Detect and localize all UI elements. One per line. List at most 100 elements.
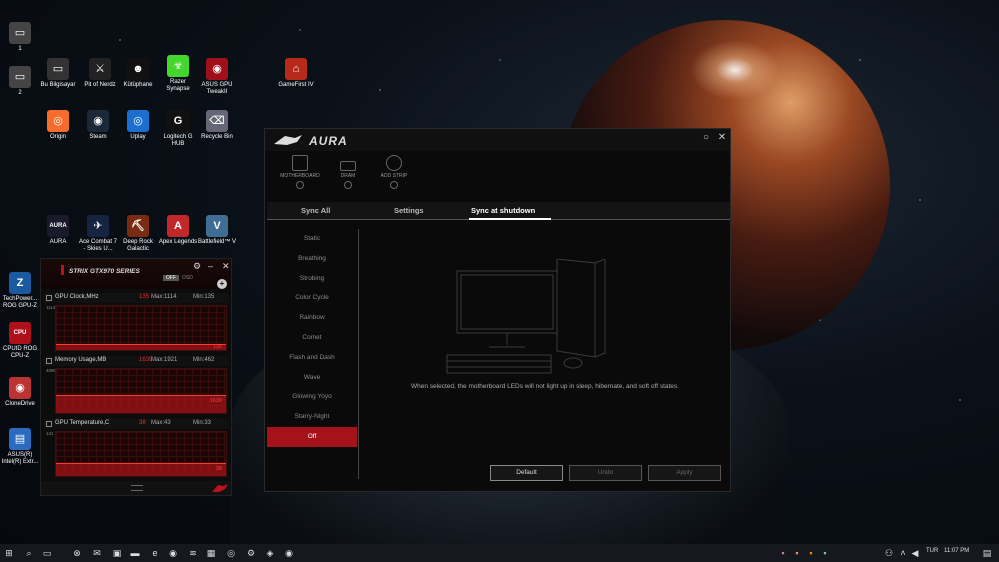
chrome-icon[interactable]: ◉ [168,548,178,558]
search-icon[interactable]: ⌕ [24,548,34,558]
desktop-icon[interactable]: Z TechPower... ROG GPU-Z [0,272,40,310]
minimize-icon[interactable]: – [208,261,213,271]
xbox-icon[interactable]: ⊗ [72,548,82,558]
chevron-up-icon[interactable]: ˄ [898,548,908,558]
effect-item[interactable]: Glowing Yoyo [267,387,357,407]
tab-sync-all[interactable]: Sync All [301,206,330,215]
desktop-icon[interactable]: G Logitech G HUB [158,110,198,148]
gpu-tweak-taskbar-icon[interactable]: ◉ [284,548,294,558]
steam-icon[interactable]: ◎ [226,548,236,558]
close-icon[interactable]: ✕ [222,261,230,272]
osd-off-label[interactable]: OFF [163,275,179,281]
app-icon: ◉ [87,110,109,132]
app-icon: ◉ [9,377,31,399]
volume-icon[interactable]: ◀ [910,548,920,558]
default-button[interactable]: Default [490,465,563,481]
desktop-icon[interactable]: AURA AURA [38,215,78,246]
language-indicator[interactable]: TUR [926,548,938,554]
tab-settings[interactable]: Settings [394,206,424,215]
desktop-icon[interactable]: ◉ CloneDrive [0,377,40,408]
effect-item[interactable]: Off [267,426,357,447]
desktop-icon[interactable]: ◎ Origin [38,110,78,141]
windows-start-icon[interactable]: ⊞ [4,548,14,558]
device-power-icon[interactable] [344,181,352,189]
aura-minimize-icon[interactable]: ○ [699,131,713,145]
app-icon: ▤ [9,428,31,450]
effect-item[interactable]: Starry-Night [267,407,357,427]
desktop-icon[interactable]: ▭ 1 [0,22,40,53]
desktop-icon[interactable]: ▤ ASUS(R) Intel(R) Extr... [0,428,40,466]
effect-item[interactable]: Static [267,229,357,249]
notification-icon[interactable]: ▤ [982,548,992,558]
effect-item[interactable]: Comet [267,328,357,348]
desktop-icon[interactable]: ◉ ASUS GPU TweakII [197,58,237,96]
people-icon[interactable]: ⚇ [884,548,894,558]
effect-item[interactable]: Strobing [267,269,357,289]
effect-item[interactable]: Flash and Dash [267,348,357,368]
desktop-icon[interactable]: ⌂ GameFirst IV [276,58,316,89]
device-dram[interactable]: DRAM [323,155,373,189]
effect-item[interactable]: Breathing [267,249,357,269]
desktop-icon[interactable]: ⚔ Pit of Nerdz [80,58,120,89]
desktop-icon[interactable]: V Battlefield™ V [197,215,237,246]
tab-sync-at-shutdown[interactable]: Sync at shutdown [471,206,535,215]
effect-item[interactable]: Rainbow [267,308,357,328]
clock[interactable]: 11:07 PM [944,548,969,554]
effect-item[interactable]: Color Cycle [267,288,357,308]
osd-toggle[interactable]: OFF OSD [163,275,196,281]
desktop-icon-label: 2 [18,90,22,96]
device-power-icon[interactable] [390,181,398,189]
gear-icon[interactable]: ⚙ [193,261,201,272]
desktop-icon[interactable]: ⛏ Deep Rock Galactic [118,215,158,253]
resize-grip-icon[interactable] [131,485,143,491]
desktop-icon[interactable]: ▭ 2 [0,66,40,97]
desktop-icon[interactable]: ☻ Kütüphane [118,58,158,89]
graph-checkbox[interactable] [46,295,52,301]
desktop-icon-label: TechPower... ROG GPU-Z [2,296,38,309]
aura-titlebar[interactable]: AURA ○ ✕ [265,129,730,151]
gpu-monitor-header[interactable]: STRIX GTX970 SERIES ⚙ – ✕ OFF OSD + [41,259,231,289]
desktop-icon[interactable]: ◎ Uplay [118,110,158,141]
graph-name: Memory Usage,MB [55,357,107,363]
graph-current-label: 1639 [209,397,222,404]
edge-icon[interactable]: e [150,548,160,558]
effect-item[interactable]: Wave [267,368,357,388]
desktop-icon[interactable]: ▭ Bu Bilgisayar [38,58,78,89]
desktop-icon[interactable]: ☣ Razer Synapse [158,55,198,93]
desktop-icon-label: CPUID ROG CPU-Z [2,346,37,359]
effect-list: Static Breathing Strobing Color Cycle Rainbo… [267,229,357,449]
adobe-icon[interactable]: ▪ [778,548,788,558]
apply-button[interactable]: Apply [648,465,721,481]
wallpaper-sun-glow [690,40,780,100]
aura-close-icon[interactable]: ✕ [715,131,729,145]
aura-taskbar-icon[interactable]: ◈ [265,548,275,558]
desktop-icon[interactable]: ◉ Steam [78,110,118,141]
desktop-icon[interactable]: A Apex Legends [158,215,198,246]
add-graph-icon[interactable]: + [217,279,227,289]
graph-checkbox[interactable] [46,358,52,364]
graph-scale-max: 131 [46,431,54,436]
osd-on-label[interactable]: OSD [179,275,196,281]
spotify-icon[interactable]: ≋ [188,548,198,558]
desktop-icon-label: Pit of Nerdz [84,82,116,88]
desktop-icon[interactable]: ✈ Ace Combat 7 - Skies U... [78,215,118,253]
graph-checkbox[interactable] [46,421,52,427]
device-motherboard[interactable]: MOTHERBOARD [275,155,325,189]
illustrator-icon[interactable]: ▪ [792,548,802,558]
device-add-strip[interactable]: ADD STRIP [369,155,419,189]
app-icon: ⚔ [89,58,111,80]
desktop-icon-label: Origin [49,134,66,140]
tray-app-icon[interactable]: ▪ [820,548,830,558]
undo-button[interactable]: Undo [569,465,642,481]
rog-logo-icon [274,135,302,145]
desktop-icon[interactable]: ⌫ Recycle Bin [197,110,237,141]
file-explorer-icon[interactable]: ▬ [130,548,140,558]
mail-icon[interactable]: ✉ [92,548,102,558]
store-icon[interactable]: ▣ [112,548,122,558]
desktop-icon[interactable]: CPU CPUID ROG CPU-Z [0,322,40,360]
tray-app-icon[interactable]: ▪ [806,548,816,558]
task-view-icon[interactable]: ▭ [42,548,52,558]
device-power-icon[interactable] [296,181,304,189]
calculator-icon[interactable]: ▦ [206,548,216,558]
settings-icon[interactable]: ⚙ [246,548,256,558]
